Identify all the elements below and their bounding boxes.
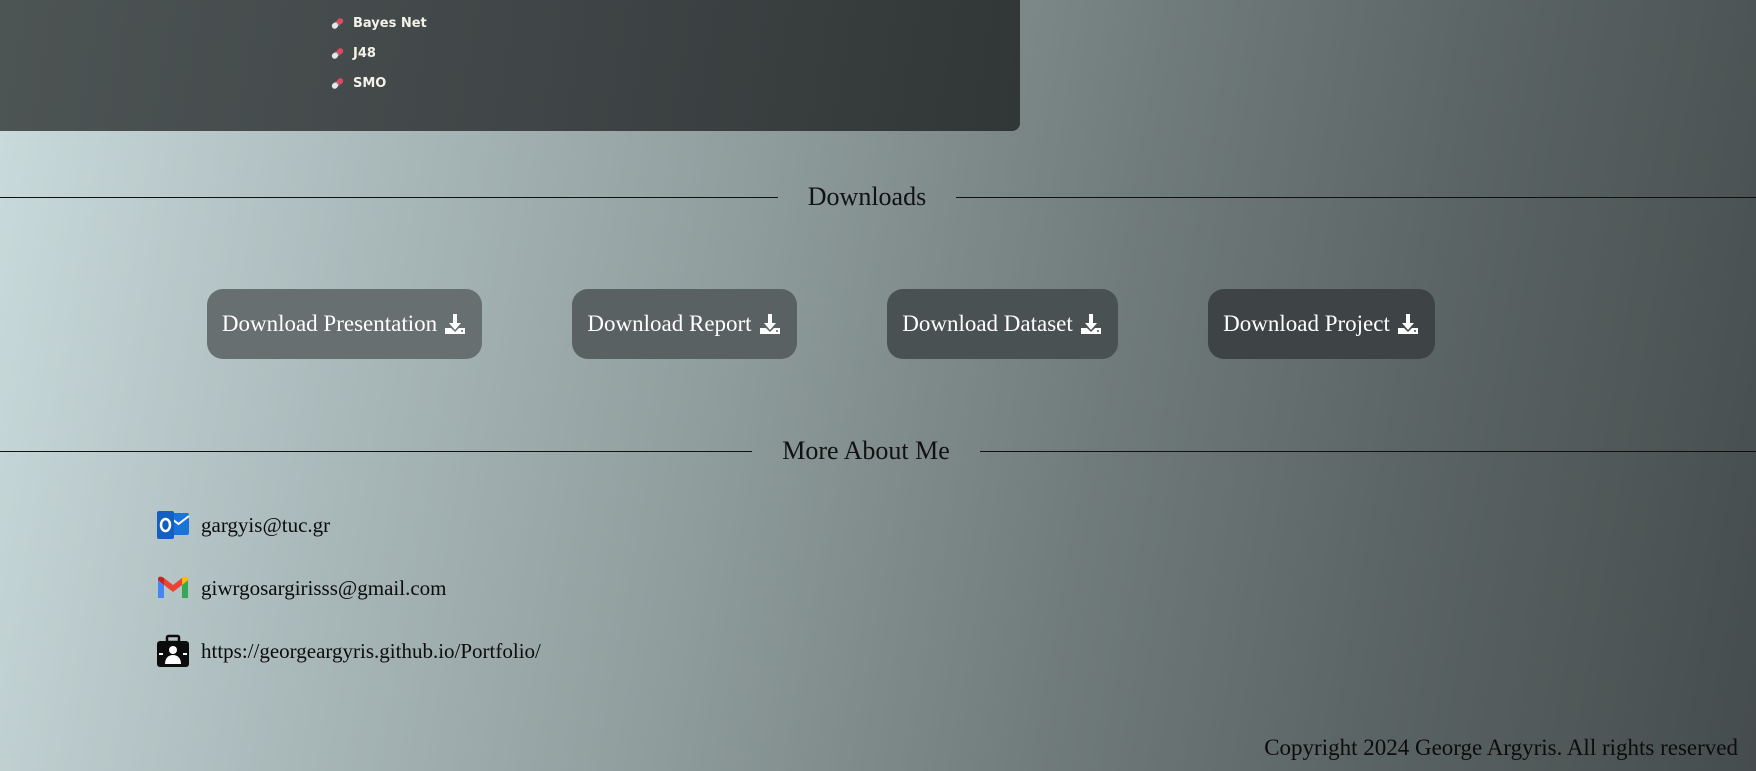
algorithms-card: Bayes Net J48 SMO: [0, 0, 1020, 131]
list-item: J48: [330, 38, 427, 68]
button-label: Download Presentation: [221, 311, 438, 336]
list-item: SMO: [330, 68, 427, 98]
button-label: Download Dataset: [902, 311, 1073, 336]
algorithms-list: Bayes Net J48 SMO: [330, 8, 427, 98]
pill-icon: [331, 47, 344, 59]
divider: [956, 197, 1756, 198]
algorithm-label: SMO: [353, 75, 387, 91]
about-heading: More About Me: [0, 431, 1756, 471]
outlook-icon: [157, 511, 190, 539]
section-title: More About Me: [782, 436, 950, 465]
copyright-footer: Copyright 2024 George Argyris. All right…: [1264, 735, 1738, 760]
download-project-button[interactable]: Download Project: [1208, 289, 1435, 359]
download-icon: [1397, 314, 1418, 334]
outlook-email[interactable]: gargyis@tuc.gr: [201, 513, 330, 538]
pill-icon: [331, 17, 344, 29]
download-dataset-button[interactable]: Download Dataset: [887, 289, 1118, 359]
divider: [0, 451, 752, 452]
divider: [980, 451, 1756, 452]
contact-portfolio: https://georgeargyris.github.io/Portfoli…: [155, 633, 541, 669]
download-icon: [1080, 314, 1101, 334]
divider: [0, 197, 778, 198]
button-label: Download Report: [587, 311, 752, 336]
algorithm-label: Bayes Net: [353, 15, 427, 31]
downloads-heading: Downloads: [0, 177, 1756, 217]
button-label: Download Project: [1223, 311, 1390, 336]
gmail-email[interactable]: giwrgosargirisss@gmail.com: [201, 576, 446, 601]
pill-icon: [331, 77, 344, 89]
download-presentation-button[interactable]: Download Presentation: [207, 289, 482, 359]
list-item: Bayes Net: [330, 8, 427, 38]
download-report-button[interactable]: Download Report: [572, 289, 797, 359]
gmail-icon: [158, 576, 188, 598]
contact-outlook: gargyis@tuc.gr: [155, 507, 330, 543]
portfolio-link[interactable]: https://georgeargyris.github.io/Portfoli…: [201, 639, 541, 664]
algorithm-label: J48: [353, 45, 376, 61]
download-icon: [445, 314, 466, 334]
contact-gmail: giwrgosargirisss@gmail.com: [155, 570, 446, 606]
section-title: Downloads: [807, 182, 927, 211]
download-icon: [759, 314, 780, 334]
portfolio-icon: [157, 634, 189, 667]
